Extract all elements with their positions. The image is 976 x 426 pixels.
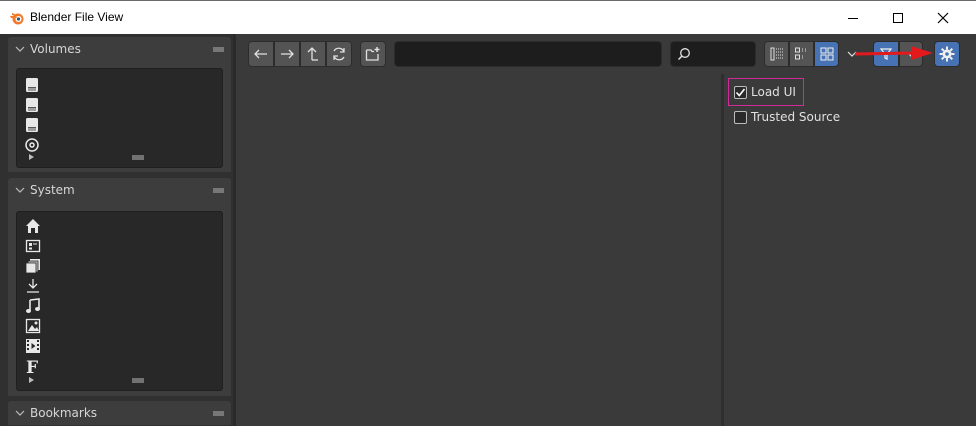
system-list: F bbox=[16, 211, 223, 391]
maximize-icon bbox=[893, 12, 903, 23]
toggle-options-region-button[interactable] bbox=[934, 41, 960, 67]
minimize-icon bbox=[848, 17, 858, 19]
new-folder-button[interactable] bbox=[360, 41, 386, 67]
volumes-list bbox=[16, 68, 223, 168]
vertical-list-icon bbox=[770, 47, 783, 61]
drag-grip-icon[interactable] bbox=[213, 188, 224, 193]
system-item-music[interactable] bbox=[25, 296, 215, 316]
thumbnails-icon bbox=[820, 47, 833, 61]
expand-triangle-icon[interactable] bbox=[29, 154, 34, 160]
close-button[interactable] bbox=[920, 1, 966, 34]
load-ui-checkbox[interactable] bbox=[734, 85, 747, 99]
system-item-downloads[interactable] bbox=[25, 276, 215, 296]
filter-search-field[interactable] bbox=[670, 41, 756, 67]
volume-item[interactable] bbox=[25, 75, 215, 95]
parent-directory-button[interactable] bbox=[300, 41, 326, 67]
desktop-icon bbox=[25, 239, 41, 253]
display-mode-group bbox=[764, 41, 839, 67]
volume-item[interactable] bbox=[25, 135, 215, 155]
disc-icon bbox=[25, 138, 39, 152]
display-horizontal-list-button[interactable] bbox=[789, 41, 814, 67]
load-ui-label: Load UI bbox=[751, 85, 796, 99]
drag-grip-icon[interactable] bbox=[213, 47, 224, 52]
panel-title-system: System bbox=[30, 183, 75, 197]
system-item-fonts[interactable]: F bbox=[25, 356, 215, 376]
blender-logo-icon bbox=[10, 13, 24, 25]
options-region: Load UI Trusted Source bbox=[724, 74, 976, 426]
drive-icon bbox=[26, 78, 38, 92]
annotation-arrow-icon bbox=[855, 46, 933, 60]
minimize-button[interactable] bbox=[830, 1, 876, 34]
chevron-down-icon bbox=[15, 46, 25, 52]
arrow-left-icon bbox=[254, 49, 267, 59]
panel-body-system: F bbox=[8, 202, 231, 396]
system-item-videos[interactable] bbox=[25, 336, 215, 356]
back-button[interactable] bbox=[248, 41, 274, 67]
video-icon bbox=[26, 339, 40, 353]
drive-icon bbox=[26, 98, 38, 112]
chevron-down-icon bbox=[15, 410, 25, 416]
options-group bbox=[934, 41, 960, 67]
resize-grip-icon[interactable] bbox=[132, 155, 144, 160]
gear-icon bbox=[939, 46, 955, 62]
panel-title-volumes: Volumes bbox=[30, 42, 81, 56]
resize-grip-icon[interactable] bbox=[132, 378, 144, 383]
documents-icon bbox=[25, 259, 40, 274]
pictures-icon bbox=[25, 318, 41, 334]
close-icon bbox=[937, 12, 949, 23]
panel-header-bookmarks[interactable]: Bookmarks bbox=[8, 401, 231, 425]
sidebar: Volumes System F Bookmarks bbox=[0, 34, 236, 426]
refresh-button[interactable] bbox=[326, 41, 352, 67]
display-vertical-list-button[interactable] bbox=[764, 41, 789, 67]
panel-title-bookmarks: Bookmarks bbox=[30, 406, 98, 420]
font-icon: F bbox=[26, 358, 38, 376]
navigation-buttons bbox=[248, 41, 352, 67]
window-title: Blender File View bbox=[30, 10, 124, 24]
search-icon bbox=[677, 48, 690, 61]
load-ui-option[interactable]: Load UI bbox=[734, 82, 796, 102]
panel-body-volumes bbox=[8, 61, 231, 172]
directory-path-field[interactable] bbox=[394, 41, 662, 67]
panel-header-system[interactable]: System bbox=[8, 178, 231, 202]
file-browser-main: Load UI Trusted Source bbox=[236, 34, 976, 426]
panel-header-volumes[interactable]: Volumes bbox=[8, 37, 231, 61]
volume-item[interactable] bbox=[25, 95, 215, 115]
horizontal-list-icon bbox=[794, 47, 806, 60]
music-icon bbox=[26, 298, 40, 313]
drive-icon bbox=[26, 118, 38, 132]
trusted-source-label: Trusted Source bbox=[751, 110, 841, 124]
expand-triangle-icon[interactable] bbox=[29, 377, 34, 383]
system-item-documents[interactable] bbox=[25, 256, 215, 276]
system-item-pictures[interactable] bbox=[25, 316, 215, 336]
forward-button[interactable] bbox=[274, 41, 300, 67]
new-folder-group bbox=[360, 41, 386, 67]
file-list-area[interactable] bbox=[236, 74, 721, 426]
refresh-icon bbox=[333, 47, 345, 61]
arrow-up-icon bbox=[307, 47, 318, 61]
system-item-desktop[interactable] bbox=[25, 236, 215, 256]
system-item-home[interactable] bbox=[25, 216, 215, 236]
chevron-down-icon bbox=[15, 187, 25, 193]
trusted-source-option[interactable]: Trusted Source bbox=[734, 107, 840, 127]
drag-grip-icon[interactable] bbox=[213, 411, 224, 416]
window-titlebar: Blender File View bbox=[0, 0, 976, 34]
volume-item[interactable] bbox=[25, 115, 215, 135]
home-icon bbox=[26, 219, 40, 233]
maximize-button[interactable] bbox=[875, 1, 921, 34]
display-thumbnails-button[interactable] bbox=[814, 41, 839, 67]
checkmark-icon bbox=[735, 88, 746, 97]
svg-text:F: F bbox=[26, 358, 38, 376]
new-folder-icon bbox=[365, 47, 380, 61]
trusted-source-checkbox[interactable] bbox=[734, 110, 747, 124]
download-icon bbox=[27, 279, 39, 293]
arrow-right-icon bbox=[281, 49, 294, 59]
